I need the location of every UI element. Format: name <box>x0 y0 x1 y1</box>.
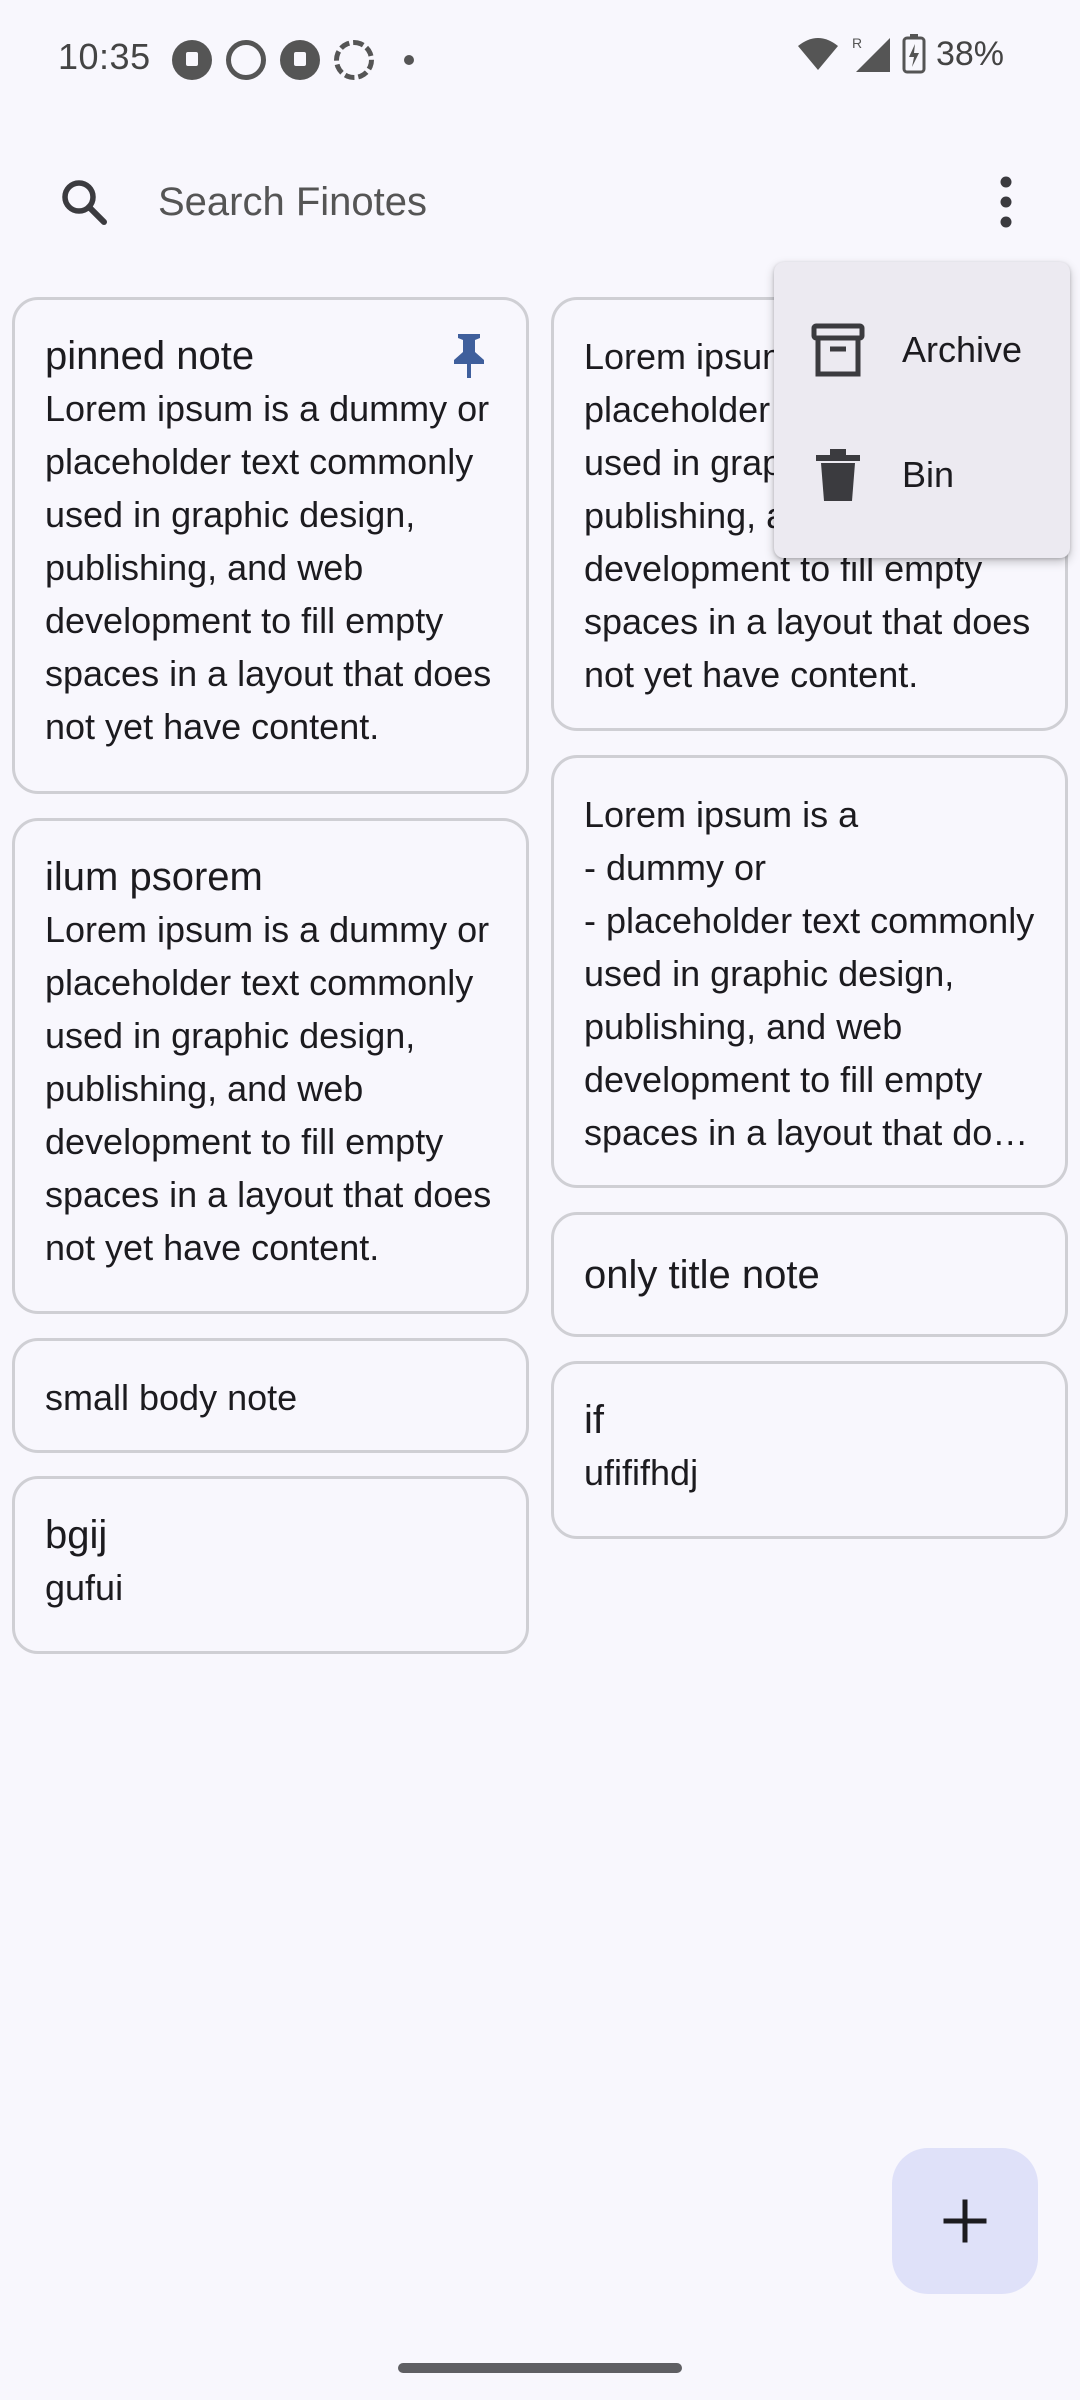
whatsapp-icon <box>226 40 266 80</box>
battery-percent: 38% <box>935 34 1004 73</box>
note-card[interactable]: if ufifіfhdj <box>551 1361 1068 1539</box>
battery-charging-icon <box>902 34 926 74</box>
note-card[interactable]: ilum psorem Lorem ipsum is a dummy or pl… <box>12 818 529 1314</box>
more-dot-icon <box>404 55 414 65</box>
search-bar[interactable] <box>0 150 1080 254</box>
note-card[interactable]: only title note <box>551 1212 1068 1337</box>
note-body: gufui <box>45 1567 124 1608</box>
pin-icon <box>454 334 484 378</box>
note-title: ilum psorem <box>45 855 263 899</box>
note-title: pinned note <box>45 334 255 378</box>
search-icon[interactable] <box>58 176 110 228</box>
archive-icon <box>811 323 865 377</box>
wifi-icon <box>797 38 838 70</box>
note-card[interactable]: Lorem ipsum is a - dummy or - placeholde… <box>551 755 1068 1188</box>
overflow-menu: Archive Bin <box>774 262 1070 558</box>
roaming-signal-icon: R <box>852 35 890 72</box>
note-title: bgij <box>45 1513 108 1557</box>
note-body: Lorem ipsum is a - dummy or - placeholde… <box>584 794 1035 1153</box>
signal-chat-icon <box>280 40 320 80</box>
add-note-button[interactable] <box>892 2148 1038 2294</box>
trash-icon <box>816 449 860 501</box>
search-input[interactable] <box>158 172 858 232</box>
note-card[interactable]: bgij gufui <box>12 1476 529 1654</box>
menu-item-archive[interactable]: Archive <box>774 290 1070 410</box>
menu-item-label: Archive <box>902 329 1023 370</box>
notification-icons <box>172 40 414 80</box>
status-time: 10:35 <box>58 36 151 77</box>
note-title: only title note <box>584 1253 820 1297</box>
gesture-handle[interactable] <box>398 2363 682 2373</box>
note-body: ufifіfhdj <box>584 1452 699 1493</box>
signal-chat-icon <box>172 40 212 80</box>
note-body: small body note <box>45 1377 298 1418</box>
svg-text:R: R <box>852 35 862 51</box>
more-options-icon[interactable] <box>980 170 1032 234</box>
note-body: Lorem ipsum is a dummy or placeholder te… <box>45 388 492 747</box>
note-title: if <box>584 1398 604 1442</box>
note-body: Lorem ipsum is a dummy or placeholder te… <box>45 909 492 1268</box>
system-icons: R 38% <box>796 34 1004 74</box>
note-card[interactable]: small body note <box>12 1338 529 1453</box>
signal-icon <box>334 40 374 80</box>
menu-item-bin[interactable]: Bin <box>774 415 1070 535</box>
menu-item-label: Bin <box>902 454 955 495</box>
status-bar: 10:35 R 38% <box>0 0 1080 120</box>
add-icon <box>943 2199 987 2243</box>
note-card[interactable]: pinned note Lorem ipsum is a dummy or pl… <box>12 297 529 794</box>
